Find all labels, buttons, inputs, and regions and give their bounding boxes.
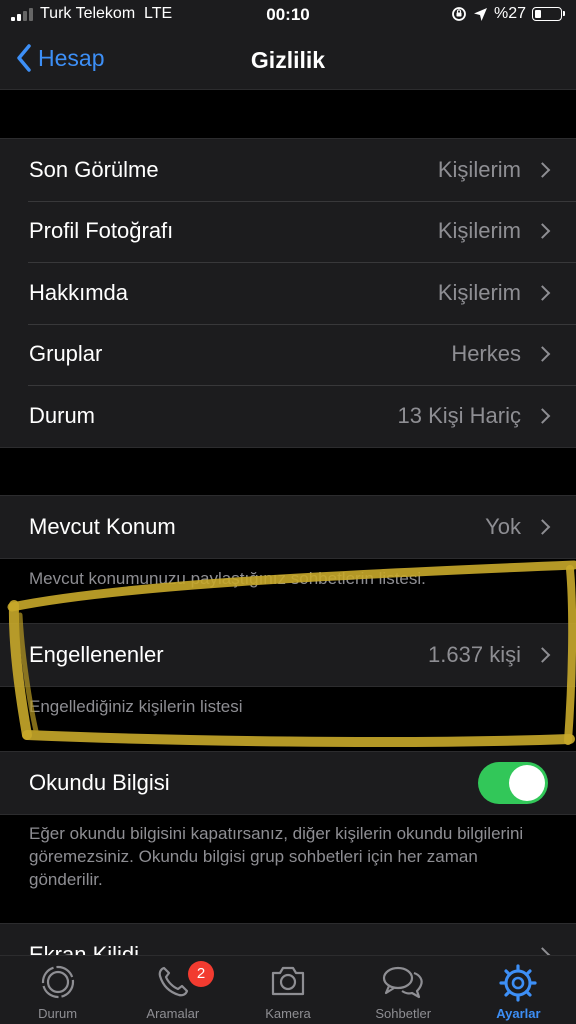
page-title: Gizlilik: [250, 47, 326, 73]
read-receipts-group: Okundu Bilgisi: [0, 751, 576, 815]
row-value: Kişilerim: [437, 218, 521, 244]
read-receipts-footnote: Eğer okundu bilgisini kapatırsanız, diğe…: [29, 824, 524, 889]
nav-bar: Hesap Gizlilik: [0, 30, 576, 90]
row-about[interactable]: Hakkımda Kişilerim: [0, 262, 576, 324]
settings-icon: [499, 964, 538, 1002]
camera-icon: [271, 966, 305, 996]
tab-bar: Durum Aramalar Kamera Sohbetler Ayarlar …: [0, 955, 576, 1024]
row-label: Gruplar: [29, 341, 103, 367]
chats-icon: [383, 966, 423, 999]
tab-label: Kamera: [265, 1006, 311, 1021]
privacy-settings-group: Son Görülme Kişilerim Profil Fotoğrafı K…: [0, 138, 576, 448]
chevron-right-icon: [534, 284, 551, 301]
row-label: Mevcut Konum: [29, 513, 176, 539]
read-receipts-toggle[interactable]: [478, 761, 548, 804]
tab-camera[interactable]: Kamera: [230, 956, 345, 1024]
row-live-location[interactable]: Mevcut Konum Yok: [0, 496, 576, 558]
row-last-seen[interactable]: Son Görülme Kişilerim: [0, 139, 576, 201]
row-status[interactable]: Durum 13 Kişi Hariç: [0, 385, 576, 447]
chevron-right-icon: [534, 346, 551, 363]
row-value: Herkes: [451, 341, 521, 367]
tab-calls[interactable]: Aramalar: [115, 956, 230, 1024]
toggle-knob: [509, 764, 545, 801]
chevron-right-icon: [534, 518, 551, 535]
row-label: Durum: [29, 402, 96, 428]
phone-icon: [158, 966, 188, 997]
calls-badge: 2: [188, 961, 214, 987]
row-value: Yok: [485, 513, 521, 539]
battery-percent: %27: [493, 5, 526, 22]
row-blocked[interactable]: Engellenenler 1.637 kişi: [0, 624, 576, 686]
status-icon: [41, 965, 74, 999]
blocked-group: Engellenenler 1.637 kişi: [0, 623, 576, 687]
row-value: Kişilerim: [437, 156, 521, 182]
live-location-group: Mevcut Konum Yok: [0, 495, 576, 559]
row-value: 13 Kişi Hariç: [397, 402, 521, 428]
tab-label: Sohbetler: [375, 1006, 432, 1021]
chevron-right-icon: [534, 223, 551, 240]
row-read-receipts: Okundu Bilgisi: [0, 752, 576, 814]
chevron-right-icon: [534, 161, 551, 178]
rotation-lock-icon: [452, 7, 466, 21]
chevron-right-icon: [534, 646, 551, 663]
row-label: Okundu Bilgisi: [29, 769, 170, 795]
tab-settings[interactable]: Ayarlar: [461, 956, 576, 1024]
tab-label: Durum: [38, 1006, 78, 1021]
row-profile-photo[interactable]: Profil Fotoğrafı Kişilerim: [0, 200, 576, 263]
battery-icon: [532, 7, 565, 21]
tab-chats[interactable]: Sohbetler: [346, 956, 461, 1024]
location-arrow-icon: [473, 7, 487, 21]
chevron-right-icon: [534, 407, 551, 424]
live-location-footnote: Mevcut konumunuzu paylaştığınız sohbetle…: [29, 569, 426, 588]
tab-label: Aramalar: [146, 1006, 200, 1021]
status-bar: Turk Telekom LTE 00:10 %27: [0, 0, 576, 30]
row-value: Kişilerim: [437, 279, 521, 305]
row-groups[interactable]: Gruplar Herkes: [0, 323, 576, 386]
row-label: Hakkımda: [29, 279, 129, 305]
tab-status[interactable]: Durum: [0, 956, 115, 1024]
row-label: Son Görülme: [29, 156, 159, 182]
row-label: Profil Fotoğrafı: [29, 218, 174, 244]
tab-label: Ayarlar: [496, 1006, 541, 1021]
row-label: Engellenenler: [29, 641, 164, 667]
blocked-footnote: Engellediğiniz kişilerin listesi: [29, 697, 243, 716]
row-value: 1.637 kişi: [428, 641, 521, 667]
